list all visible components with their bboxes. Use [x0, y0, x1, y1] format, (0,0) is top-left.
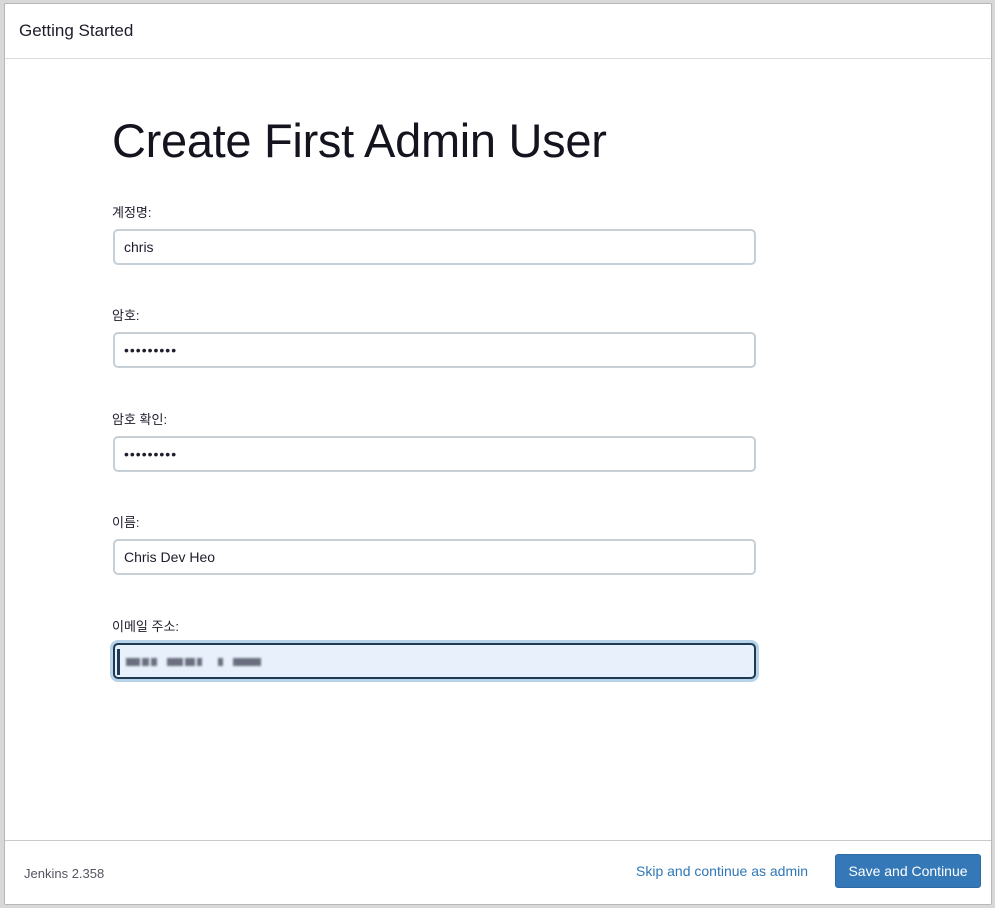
dialog-footer: Jenkins 2.358 Skip and continue as admin… — [5, 840, 991, 904]
username-label: 계정명: — [112, 205, 152, 220]
fullname-field-group: 이름: — [112, 512, 757, 575]
username-input[interactable] — [113, 229, 756, 265]
version-label: Jenkins 2.358 — [24, 866, 105, 881]
fullname-label: 이름: — [112, 515, 140, 530]
password-label: 암호: — [112, 308, 140, 323]
email-input[interactable] — [113, 643, 756, 679]
password-confirm-field-group: 암호 확인: — [112, 409, 757, 472]
text-cursor — [117, 649, 120, 675]
password-confirm-input[interactable] — [113, 436, 756, 472]
obscured-email-text — [126, 656, 261, 668]
page-title: Create First Admin User — [112, 114, 607, 167]
fullname-input[interactable] — [113, 539, 756, 575]
username-field-group: 계정명: — [112, 202, 757, 265]
dialog-title: Getting Started — [19, 21, 134, 40]
setup-dialog: Getting Started Create First Admin User … — [4, 3, 992, 905]
skip-and-continue-link[interactable]: Skip and continue as admin — [636, 863, 808, 879]
email-label: 이메일 주소: — [112, 619, 180, 634]
password-input[interactable] — [113, 332, 756, 368]
password-field-group: 암호: — [112, 305, 757, 368]
email-field-group: 이메일 주소: — [112, 616, 757, 679]
dialog-body: Create First Admin User 계정명: 암호: 암호 확인: … — [5, 59, 991, 843]
password-confirm-label: 암호 확인: — [112, 412, 168, 427]
save-and-continue-button[interactable]: Save and Continue — [835, 854, 981, 888]
dialog-header: Getting Started — [5, 4, 991, 59]
